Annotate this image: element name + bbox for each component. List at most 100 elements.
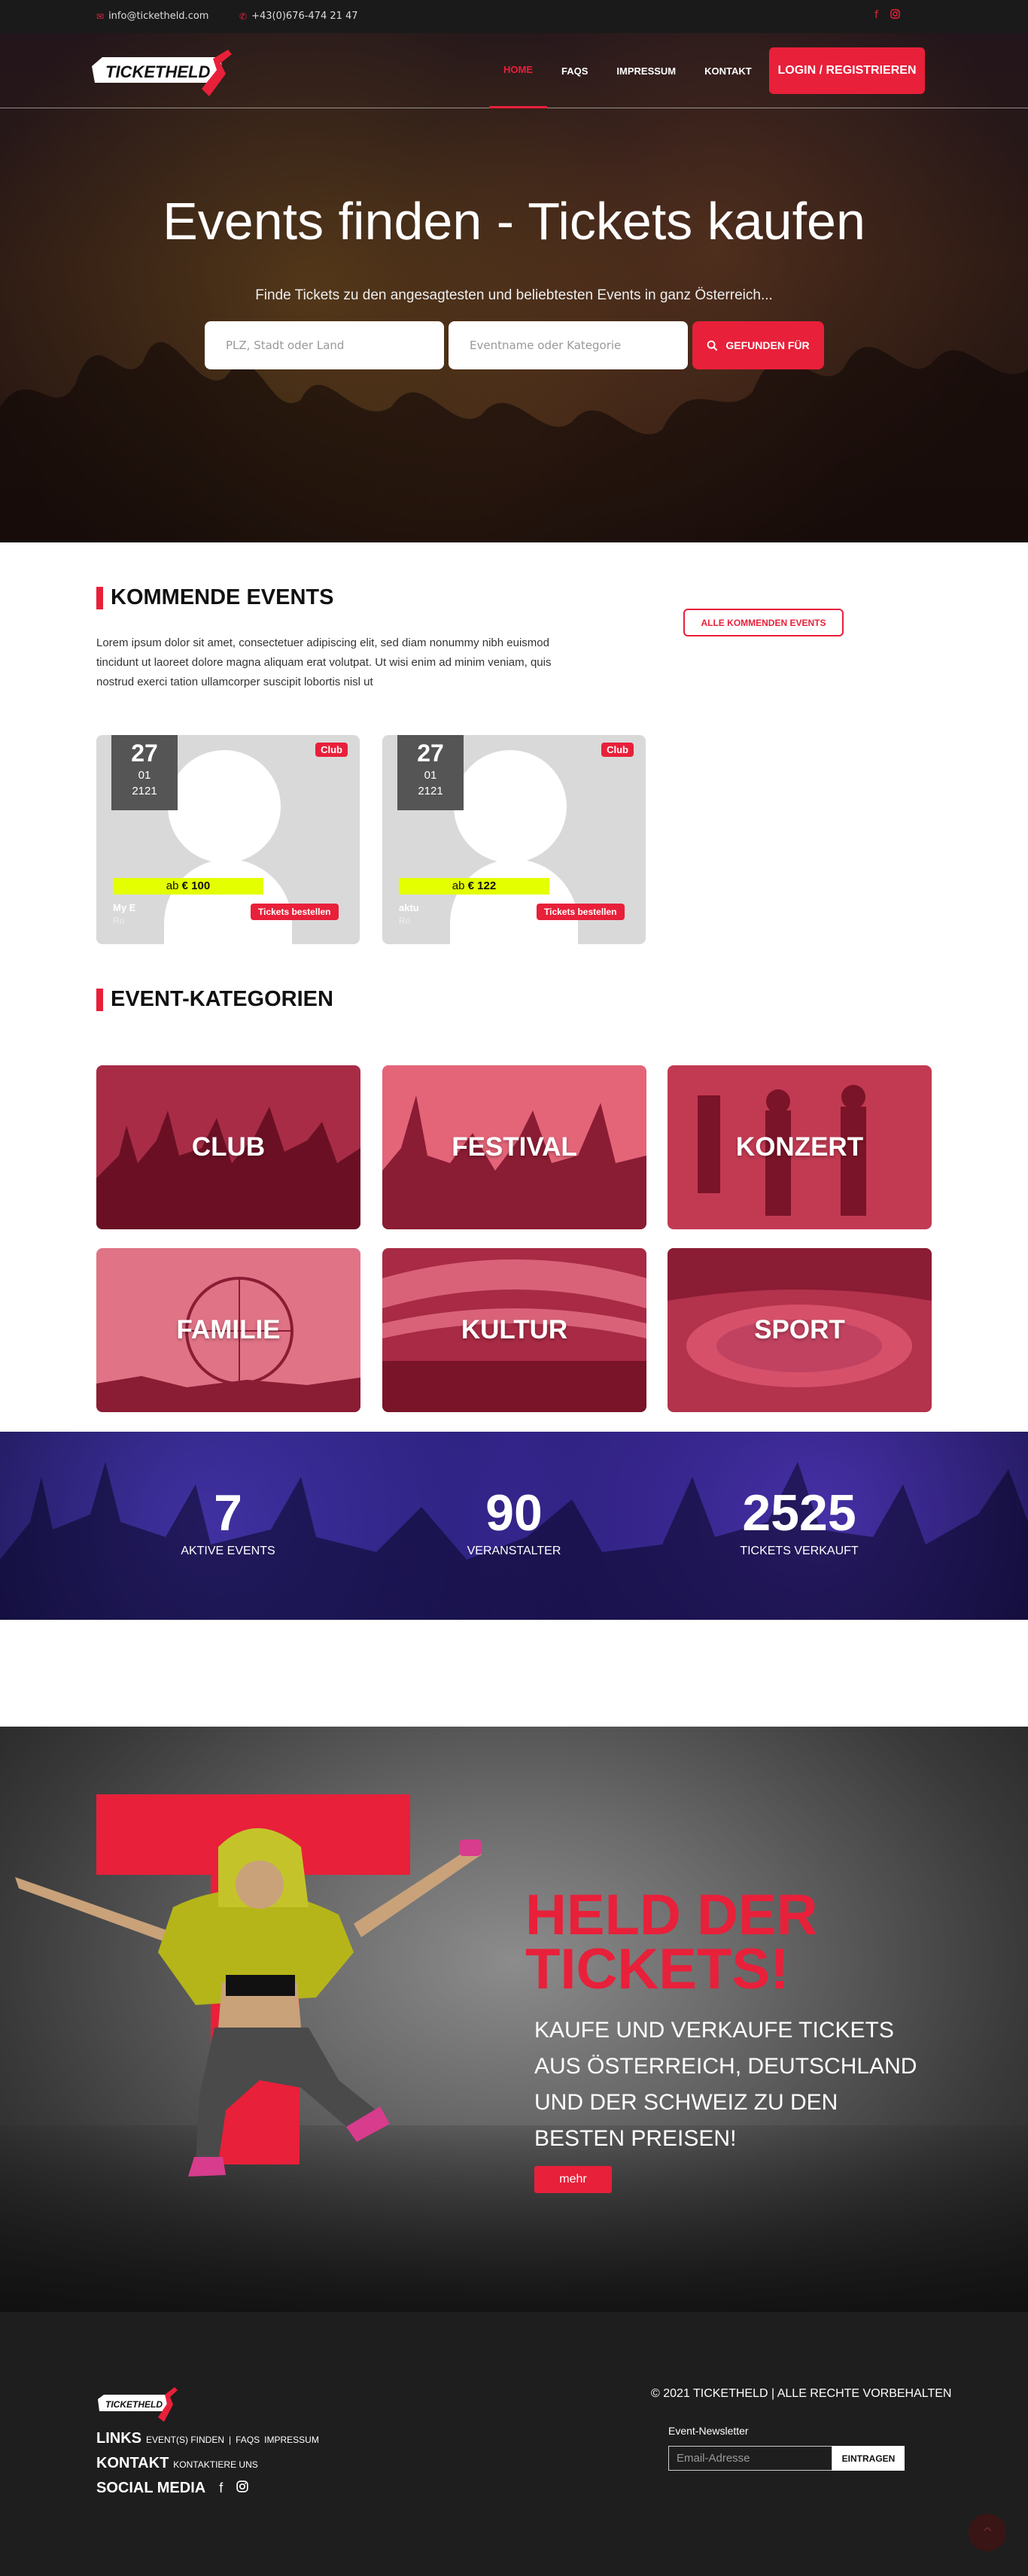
placeholder-avatar [454, 750, 567, 863]
search-button-label: GEFUNDEN FÜR [725, 339, 810, 351]
nav-home[interactable]: HOME [489, 33, 547, 108]
newsletter-submit-button[interactable]: EINTRAGEN [832, 2446, 905, 2471]
topbar-phone[interactable]: ✆ +43(0)676-474 21 47 [239, 11, 358, 22]
price-prefix: ab [452, 879, 465, 892]
category-label: FAMILIE [176, 1315, 281, 1344]
stat-label: AKTIVE EVENTS [181, 1545, 275, 1557]
nav-faqs[interactable]: FAQS [547, 33, 602, 108]
topbar-social: f [874, 9, 900, 22]
category-label: FESTIVAL [452, 1132, 577, 1162]
nav-kontakt[interactable]: KONTAKT [690, 33, 766, 108]
event-location: Ro [399, 916, 411, 926]
search-button[interactable]: GEFUNDEN FÜR [692, 321, 824, 369]
price-value: € 122 [467, 879, 497, 892]
instagram-icon[interactable] [890, 9, 900, 22]
category-festival[interactable]: FESTIVAL [382, 1065, 646, 1229]
held-description: KAUFE UND VERKAUFE TICKETS AUS ÖSTERREIC… [534, 2018, 917, 2151]
heading-accent-bar [96, 586, 103, 609]
hero-subtitle: Finde Tickets zu den angesagtesten und b… [255, 287, 773, 303]
placeholder-avatar-body [164, 859, 292, 944]
nav-impressum[interactable]: IMPRESSUM [602, 33, 690, 108]
svg-text:TICKETHELD: TICKETHELD [105, 62, 210, 81]
order-tickets-button[interactable]: Tickets bestellen [537, 904, 625, 920]
category-label: KONZERT [735, 1132, 864, 1162]
hero-section: TICKETHELD HOME FAQS IMPRESSUM KONTAKT L… [0, 33, 1028, 542]
footer-link-contact[interactable]: KONTAKTIERE UNS [173, 2459, 257, 2470]
stat-value: 90 [485, 1484, 543, 1542]
login-register-button[interactable]: LOGIN / REGISTRIEREN [769, 47, 925, 94]
instagram-icon[interactable] [236, 2480, 248, 2496]
upcoming-events-heading: KOMMENDE EVENTS [96, 585, 333, 610]
order-tickets-button[interactable]: Tickets bestellen [251, 904, 339, 920]
footer-contact-row: KONTAKT KONTAKTIERE UNS [96, 2455, 258, 2472]
category-konzert[interactable]: KONZERT [668, 1065, 932, 1229]
price-prefix: ab [166, 879, 179, 892]
stat-value: 7 [214, 1484, 242, 1542]
upcoming-intro-text: Lorem ipsum dolor sit amet, consectetuer… [96, 636, 552, 688]
event-month: 01 [138, 769, 151, 782]
footer-contact-heading: KONTAKT [96, 2455, 169, 2471]
dancer-image [15, 1828, 482, 2177]
ticketheld-logo[interactable]: TICKETHELD [89, 44, 239, 98]
topbar-email-text: info@ticketheld.com [108, 11, 209, 22]
placeholder-avatar-body [450, 859, 578, 944]
event-date: 27 01 2121 [397, 735, 464, 810]
placeholder-avatar [168, 750, 281, 863]
price-value: € 100 [181, 879, 211, 892]
footer-social-heading: SOCIAL MEDIA [96, 2480, 206, 2496]
categories-title: EVENT-KATEGORIEN [111, 987, 333, 1011]
footer-logo[interactable]: TICKETHELD [96, 2384, 179, 2423]
event-date: 27 01 2121 [111, 735, 178, 810]
stat-label: VERANSTALTER [467, 1545, 561, 1557]
stat-organizers: 90 VERANSTALTER [401, 1486, 627, 1558]
facebook-icon[interactable]: f [219, 2480, 223, 2496]
newsletter-label: Event-Newsletter [668, 2425, 749, 2437]
upcoming-events-title: KOMMENDE EVENTS [111, 585, 334, 609]
category-sport[interactable]: SPORT [668, 1248, 932, 1412]
stat-tickets-sold: 2525 TICKETS VERKAUFT [686, 1486, 912, 1558]
topbar-phone-text: +43(0)676-474 21 47 [251, 11, 358, 22]
event-day: 27 [131, 740, 158, 767]
event-category-badge: Club [315, 743, 348, 757]
event-price: ab € 122 [399, 878, 549, 895]
newsletter-email-input[interactable]: Email-Adresse [668, 2446, 832, 2471]
more-button[interactable]: mehr [534, 2166, 612, 2193]
location-search-input[interactable]: PLZ, Stadt oder Land [205, 321, 444, 369]
phone-icon: ✆ [239, 11, 248, 22]
footer-links-row: LINKS EVENT(S) FINDEN | FAQS IMPRESSUM [96, 2430, 319, 2447]
event-search-input[interactable]: Eventname oder Kategorie [449, 321, 688, 369]
scroll-to-top-button[interactable]: ^ [969, 2514, 1006, 2551]
stat-active-events: 7 AKTIVE EVENTS [115, 1486, 341, 1558]
event-price: ab € 100 [113, 878, 263, 895]
facebook-icon[interactable]: f [874, 9, 878, 22]
category-label: KULTUR [461, 1315, 568, 1344]
category-familie[interactable]: FAMILIE [96, 1248, 360, 1412]
copyright-text: © 2021 TICKETHELD | ALLE RECHTE VORBEHAL… [651, 2387, 952, 2400]
footer-link-find-events[interactable]: EVENT(S) FINDEN [146, 2435, 224, 2445]
envelope-icon: ✉ [96, 11, 105, 22]
all-events-button[interactable]: ALLE KOMMENDEN EVENTS [683, 609, 844, 636]
stat-value: 2525 [742, 1484, 856, 1542]
nav-links: HOME FAQS IMPRESSUM KONTAKT [489, 33, 766, 108]
stat-label: TICKETS VERKAUFT [740, 1545, 859, 1557]
event-location: Ro [113, 916, 125, 926]
event-card[interactable]: 27 01 2121 Club ab € 100 My E Ro Tickets… [96, 735, 360, 944]
category-club[interactable]: CLUB [96, 1065, 360, 1229]
topbar-email[interactable]: ✉ info@ticketheld.com [96, 11, 208, 22]
event-card[interactable]: 27 01 2121 Club ab € 122 aktu Ro Tickets… [382, 735, 646, 944]
category-label: CLUB [191, 1132, 266, 1162]
footer-link-impressum[interactable]: IMPRESSUM [264, 2435, 319, 2445]
svg-text:TICKETHELD: TICKETHELD [105, 2399, 163, 2410]
hero-tickets-section: HELD DER TICKETS! KAUFE UND VERKAUFE TIC… [0, 1727, 1028, 2312]
main-nav: TICKETHELD HOME FAQS IMPRESSUM KONTAKT L… [0, 33, 1028, 108]
footer-social-row: SOCIAL MEDIA f [96, 2480, 248, 2497]
category-kultur[interactable]: KULTUR [382, 1248, 646, 1412]
chevron-up-icon: ^ [981, 2524, 993, 2541]
event-year: 2121 [418, 785, 443, 797]
category-label: SPORT [754, 1315, 845, 1344]
stats-section: 7 AKTIVE EVENTS 90 VERANSTALTER 2525 TIC… [0, 1432, 1028, 1620]
top-bar: ✉ info@ticketheld.com ✆ +43(0)676-474 21… [0, 0, 1028, 33]
footer-link-faqs[interactable]: FAQS [236, 2435, 260, 2445]
event-category-badge: Club [601, 743, 634, 757]
footer: TICKETHELD LINKS EVENT(S) FINDEN | FAQS … [0, 2312, 1028, 2576]
